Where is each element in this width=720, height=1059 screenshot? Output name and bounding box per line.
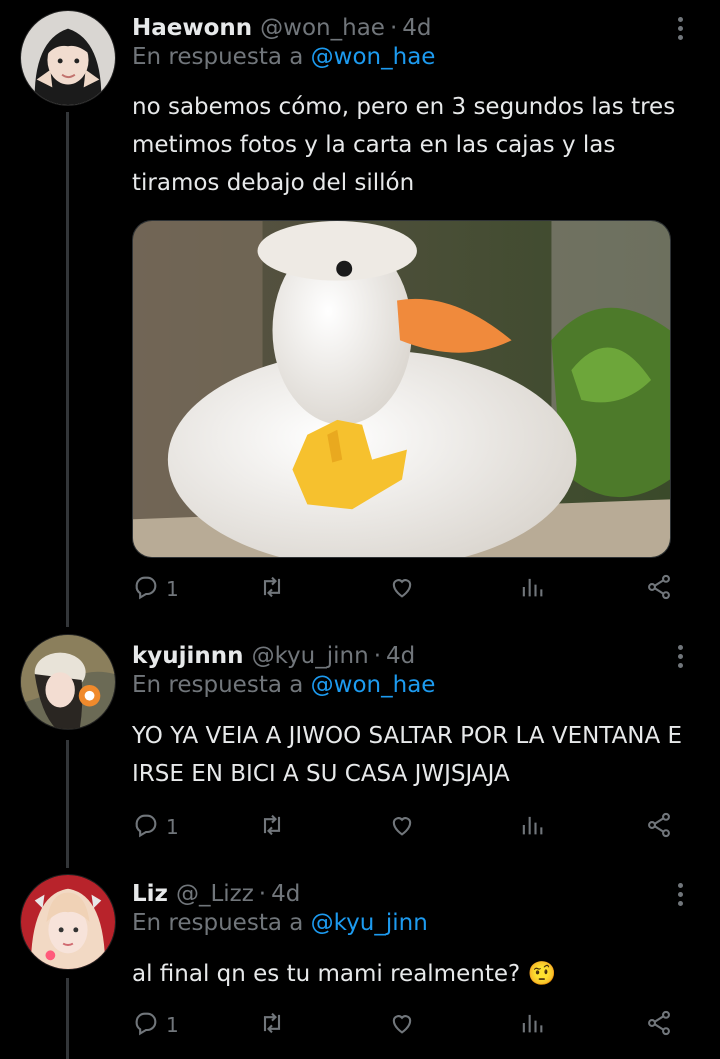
retweet-icon <box>258 1009 286 1042</box>
share-icon <box>645 1009 673 1042</box>
tweet-text-line: IRSE EN BICI A SU CASA JWJSJAJA <box>132 761 510 787</box>
share-icon <box>645 573 673 606</box>
separator: · <box>373 643 381 669</box>
tweet-header: Haewonn @won_hae · 4d <box>132 12 432 44</box>
timestamp[interactable]: 4d <box>402 15 431 41</box>
retweet-button[interactable] <box>258 1008 286 1042</box>
reply-button[interactable]: 1 <box>132 1008 179 1042</box>
user-handle[interactable]: @kyu_jinn <box>252 643 369 669</box>
more-options-icon[interactable] <box>670 642 690 672</box>
display-name[interactable]: Haewonn <box>132 15 252 41</box>
reply-button[interactable]: 1 <box>132 810 179 844</box>
timestamp[interactable]: 4d <box>271 881 300 907</box>
more-options-icon[interactable] <box>670 880 690 910</box>
replying-label: En respuesta a <box>132 910 304 936</box>
like-icon <box>388 573 416 606</box>
tweet[interactable]: Liz @_Lizz · 4d En respuesta a @kyu_jinn… <box>0 874 720 1059</box>
tweet-image[interactable] <box>132 220 671 558</box>
tweet-text: al final qn es tu mami realmente? 🤨 <box>132 955 556 993</box>
separator: · <box>258 881 267 907</box>
separator: · <box>389 15 398 41</box>
share-button[interactable] <box>645 1008 673 1042</box>
avatar[interactable] <box>20 10 116 106</box>
tweet-text-line: tiramos debajo del sillón <box>132 170 415 196</box>
replying-label: En respuesta a <box>132 44 304 70</box>
tweet-actions: 1 <box>132 572 680 606</box>
replying-label: En respuesta a <box>132 672 304 698</box>
user-handle[interactable]: @_Lizz <box>176 881 254 907</box>
views-button[interactable] <box>518 810 546 844</box>
tweet-text-line: metimos fotos y la carta en las cajas y … <box>132 132 616 158</box>
tweet-header: Liz @_Lizz · 4d <box>132 878 300 910</box>
retweet-icon <box>258 811 286 844</box>
reply-icon <box>132 1009 160 1042</box>
display-name[interactable]: kyujinnn <box>132 643 244 669</box>
share-button[interactable] <box>645 572 673 606</box>
reply-icon <box>132 573 160 606</box>
timestamp[interactable]: 4d <box>386 643 415 669</box>
retweet-button[interactable] <box>258 810 286 844</box>
reply-count: 1 <box>166 1013 179 1037</box>
more-options-icon[interactable] <box>670 14 690 44</box>
tweet-header: kyujinnn @kyu_jinn · 4d <box>132 640 415 672</box>
like-button[interactable] <box>388 1008 416 1042</box>
views-button[interactable] <box>518 572 546 606</box>
user-handle[interactable]: @won_hae <box>260 15 385 41</box>
like-icon <box>388 1009 416 1042</box>
like-icon <box>388 811 416 844</box>
reply-count: 1 <box>166 577 179 601</box>
tweet[interactable]: Haewonn @won_hae · 4d En respuesta a @wo… <box>0 10 720 612</box>
retweet-button[interactable] <box>258 572 286 606</box>
replying-to-link[interactable]: @kyu_jinn <box>311 910 428 936</box>
tweet-text-line: al final qn es tu mami realmente? 🤨 <box>132 961 557 987</box>
share-icon <box>645 811 673 844</box>
tweet-actions: 1 <box>132 810 680 844</box>
avatar[interactable] <box>20 874 116 970</box>
like-button[interactable] <box>388 810 416 844</box>
avatar[interactable] <box>20 634 116 730</box>
display-name[interactable]: Liz <box>132 881 168 907</box>
views-icon <box>518 811 546 844</box>
tweet-text-line: YO YA VEIA A JIWOO SALTAR POR LA VENTANA… <box>132 723 683 749</box>
reply-icon <box>132 811 160 844</box>
replying-to: En respuesta a @kyu_jinn <box>132 910 428 936</box>
like-button[interactable] <box>388 572 416 606</box>
replying-to: En respuesta a @won_hae <box>132 44 435 70</box>
tweet-text-line: no sabemos cómo, pero en 3 segundos las … <box>132 94 676 120</box>
tweet-text: no sabemos cómo, pero en 3 segundos las … <box>132 88 675 202</box>
retweet-icon <box>258 573 286 606</box>
replying-to: En respuesta a @won_hae <box>132 672 435 698</box>
tweet-text: YO YA VEIA A JIWOO SALTAR POR LA VENTANA… <box>132 717 682 793</box>
views-icon <box>518 573 546 606</box>
replying-to-link[interactable]: @won_hae <box>311 672 436 698</box>
replying-to-link[interactable]: @won_hae <box>311 44 436 70</box>
tweet[interactable]: kyujinnn @kyu_jinn · 4d En respuesta a @… <box>0 634 720 850</box>
views-button[interactable] <box>518 1008 546 1042</box>
tweet-actions: 1 <box>132 1008 680 1042</box>
reply-button[interactable]: 1 <box>132 572 179 606</box>
reply-count: 1 <box>166 815 179 839</box>
views-icon <box>518 1009 546 1042</box>
share-button[interactable] <box>645 810 673 844</box>
